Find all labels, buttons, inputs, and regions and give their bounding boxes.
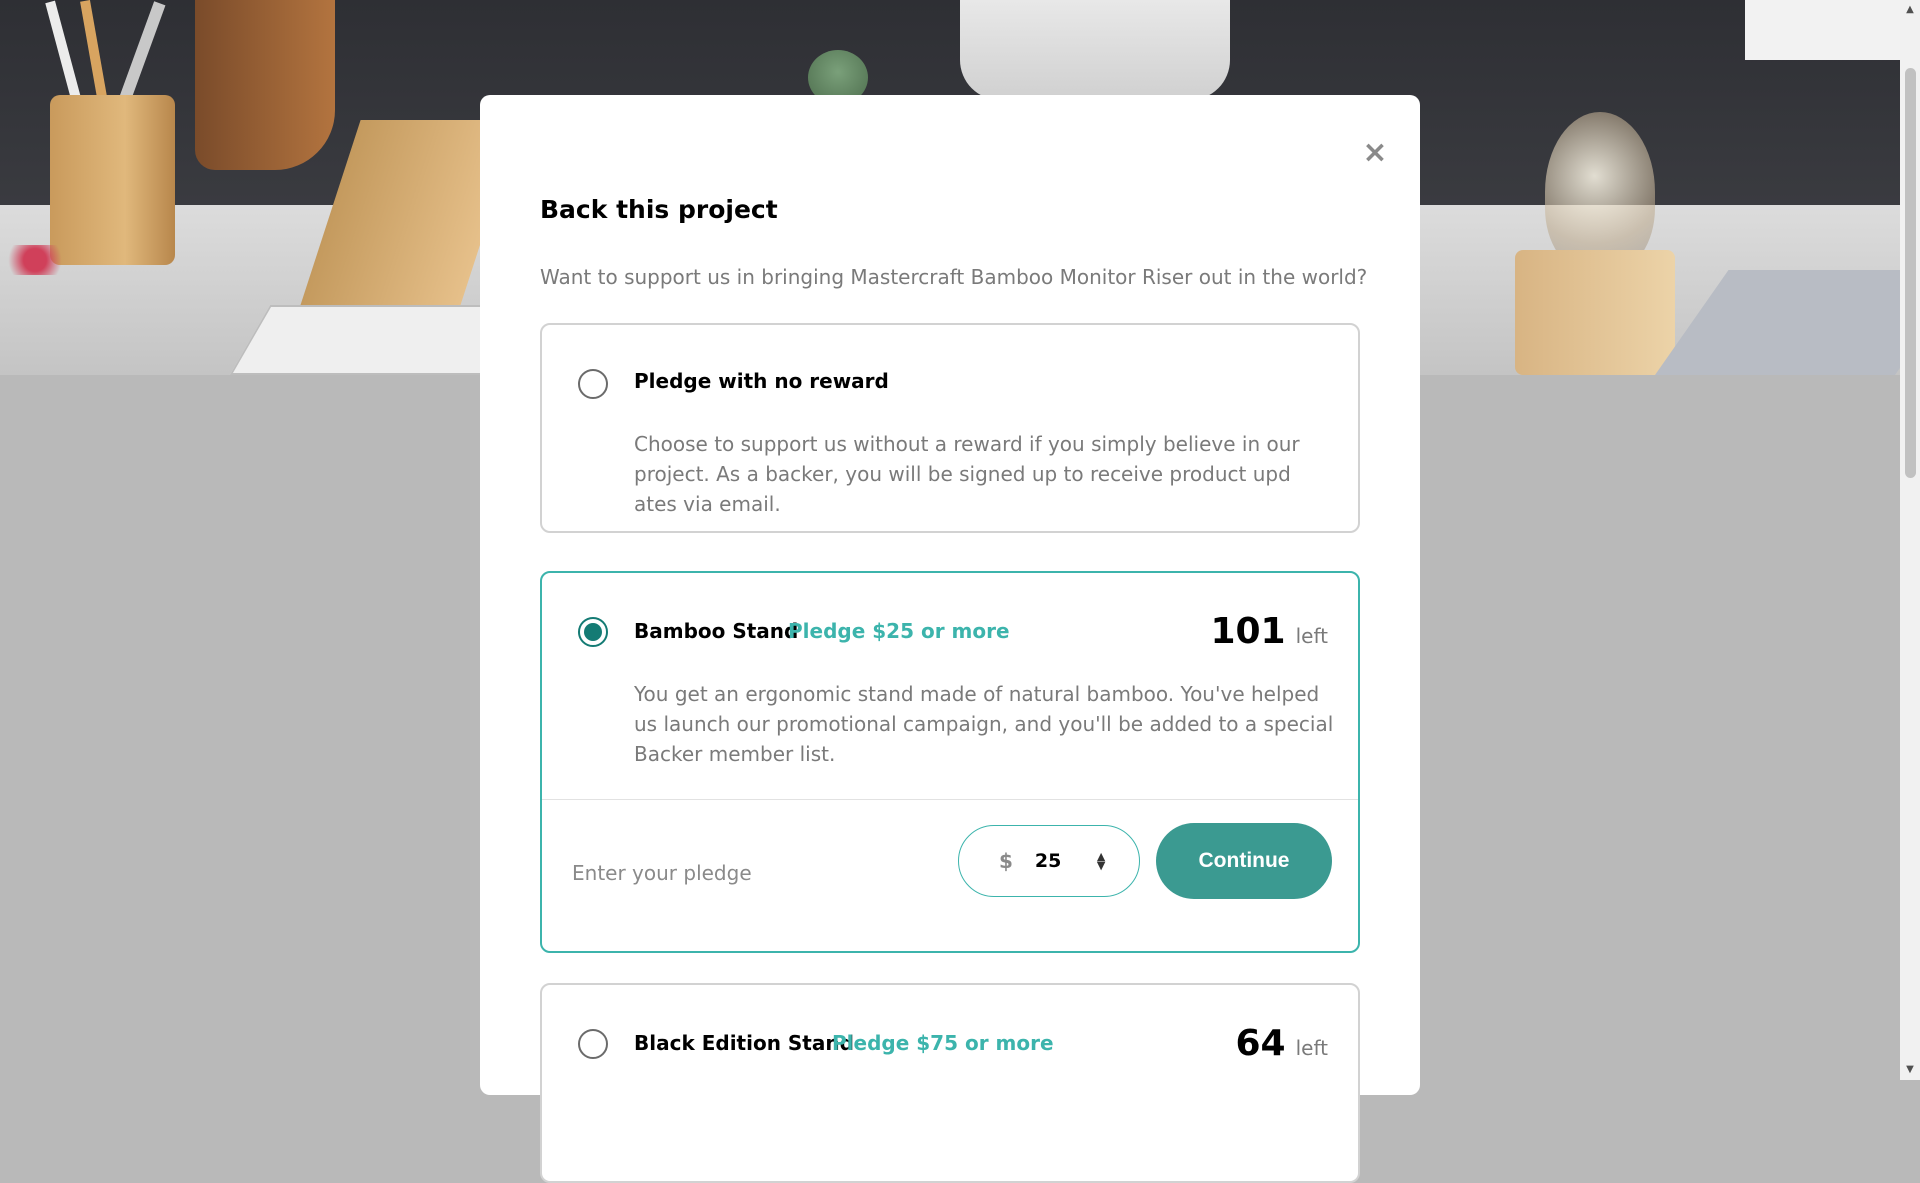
modal-title: Back this project: [540, 195, 778, 224]
option-name: Pledge with no reward: [634, 369, 889, 393]
option-name: Bamboo Stand: [634, 619, 799, 643]
currency-symbol: $: [999, 849, 1013, 873]
pledge-amount-value[interactable]: 25: [1035, 850, 1075, 872]
stock-left: 64 left: [1235, 1023, 1328, 1064]
stock-label: left: [1295, 624, 1328, 648]
lamp-bulb: [1545, 112, 1655, 272]
radio-button[interactable]: [578, 369, 608, 399]
arrow-down-icon[interactable]: ▼: [1900, 1062, 1920, 1078]
wooden-speaker: [195, 0, 335, 170]
modal-subtitle: Want to support us in bringing Mastercra…: [540, 265, 1368, 289]
arrow-up-icon[interactable]: ▲: [1900, 2, 1920, 18]
shelf: [1745, 0, 1900, 60]
back-project-modal: × Back this project Want to support us i…: [480, 95, 1420, 1183]
enter-pledge-label: Enter your pledge: [572, 861, 752, 885]
continue-button[interactable]: Continue: [1156, 823, 1332, 899]
page-scrollbar[interactable]: ▲ ▼: [1900, 0, 1920, 1080]
radio-button-selected[interactable]: [578, 617, 608, 647]
stepper-arrows-icon[interactable]: ▲ ▼: [1097, 851, 1105, 871]
option-name: Black Edition Stand: [634, 1031, 854, 1055]
stock-left: 101 left: [1210, 611, 1328, 652]
option-description: Choose to support us without a reward if…: [634, 432, 1300, 516]
pledge-option-bamboo-stand[interactable]: Bamboo Stand Pledge $25 or more 101 left…: [540, 571, 1360, 953]
close-icon[interactable]: ×: [1355, 133, 1395, 173]
option-pledge-amount: Pledge $25 or more: [788, 619, 1010, 643]
pledge-option-no-reward[interactable]: Pledge with no reward Choose to support …: [540, 323, 1360, 533]
pen: [116, 1, 166, 109]
pen-holder: [50, 95, 175, 265]
scrollbar-thumb[interactable]: [1905, 68, 1916, 478]
option-description: You get an ergonomic stand made of natur…: [634, 682, 1334, 766]
radio-button[interactable]: [578, 1029, 608, 1059]
option-pledge-amount: Pledge $75 or more: [832, 1031, 1054, 1055]
stock-count: 64: [1235, 1023, 1286, 1064]
radio-dot: [584, 623, 602, 641]
divider: [542, 799, 1358, 800]
paper-clips: [0, 245, 70, 275]
pledge-amount-input[interactable]: $ 25 ▲ ▼: [958, 825, 1140, 897]
lamp-base: [1515, 250, 1675, 375]
stock-count: 101: [1210, 611, 1286, 652]
stock-label: left: [1295, 1036, 1328, 1060]
monitor-base: [960, 0, 1230, 100]
pledge-option-black-edition[interactable]: Black Edition Stand Pledge $75 or more 6…: [540, 983, 1360, 1183]
